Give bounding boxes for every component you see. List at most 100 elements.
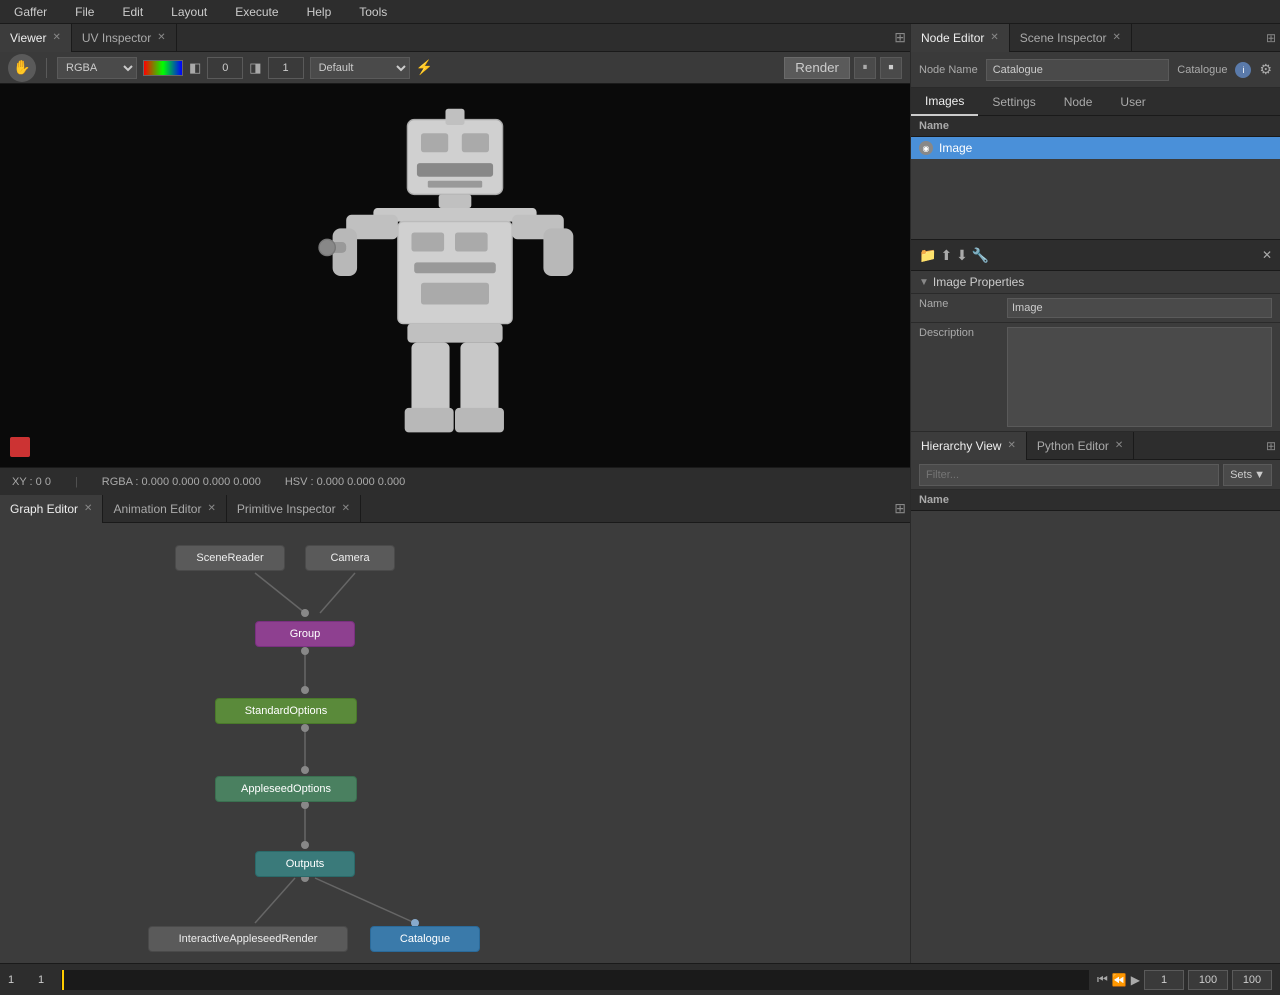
tab-hierarchy-view[interactable]: Hierarchy View ✕	[911, 432, 1027, 460]
graph-editor-tab-close[interactable]: ✕	[84, 503, 92, 514]
tab-settings[interactable]: Settings	[978, 88, 1049, 116]
menu-execute[interactable]: Execute	[229, 3, 284, 21]
tab-python-editor[interactable]: Python Editor ✕	[1027, 432, 1134, 460]
node-outputs[interactable]: Outputs	[255, 851, 355, 877]
node-camera[interactable]: Camera	[305, 545, 395, 571]
render-pause-btn[interactable]: ⏸	[854, 57, 876, 79]
hand-tool-icon[interactable]: ✋	[8, 54, 36, 82]
props-tool-3[interactable]: ⬇	[956, 247, 968, 264]
sets-dropdown-btn[interactable]: Sets ▼	[1223, 464, 1272, 486]
node-editor-layout-icon[interactable]: ⊞	[1266, 31, 1276, 45]
node-appleseed-options[interactable]: AppleseedOptions	[215, 776, 357, 802]
menu-gaffer[interactable]: Gaffer	[8, 3, 53, 21]
render-button[interactable]: Render	[784, 57, 850, 79]
gamma-input[interactable]	[268, 57, 304, 79]
viewer-tab-bar: Viewer ✕ UV Inspector ✕ ⊞	[0, 24, 910, 52]
props-section-arrow: ▼	[919, 277, 929, 288]
images-empty-space	[911, 159, 1280, 239]
timeline-bar[interactable]	[60, 970, 1089, 990]
graph-editor-tab-bar-end: ⊞	[894, 500, 910, 517]
sets-dropdown-arrow: ▼	[1254, 469, 1265, 481]
images-list: Name ◉ Image	[911, 116, 1280, 239]
props-tool-2[interactable]: ⬆	[940, 247, 952, 264]
timeline-frame-input[interactable]	[1144, 970, 1184, 990]
node-tabs: Images Settings Node User	[911, 88, 1280, 116]
viewer-tab-close[interactable]: ✕	[52, 32, 60, 43]
tab-uv-inspector[interactable]: UV Inspector ✕	[72, 24, 177, 52]
props-name-input[interactable]	[1007, 298, 1272, 318]
tab-node[interactable]: Node	[1050, 88, 1107, 116]
hierarchy-view-panel: Hierarchy View ✕ Python Editor ✕ ⊞ Sets …	[911, 432, 1280, 963]
python-editor-tab-close[interactable]: ✕	[1115, 440, 1123, 451]
timeline-current-frame: 1	[30, 974, 60, 986]
node-info-icon[interactable]: i	[1235, 62, 1251, 78]
tab-graph-editor[interactable]: Graph Editor ✕	[0, 495, 103, 523]
xy-status: XY : 0 0	[12, 476, 51, 488]
node-editor-header: Node Editor ✕ Scene Inspector ✕ ⊞	[911, 24, 1280, 52]
graph-canvas[interactable]: SceneReader Camera Group StandardOptions…	[0, 523, 910, 963]
graph-connections-svg	[0, 523, 910, 963]
graph-editor-tab-bar: Graph Editor ✕ Animation Editor ✕ Primit…	[0, 495, 910, 523]
uv-inspector-tab-close[interactable]: ✕	[157, 32, 165, 43]
hierarchy-tab-close[interactable]: ✕	[1007, 440, 1015, 451]
props-tool-1[interactable]: 📁	[919, 247, 936, 264]
graph-editor: SceneReader Camera Group StandardOptions…	[0, 523, 910, 963]
tab-user[interactable]: User	[1106, 88, 1159, 116]
props-tool-4[interactable]: 🔧	[972, 247, 989, 264]
props-description-input[interactable]	[1007, 327, 1272, 427]
props-name-label: Name	[919, 298, 999, 310]
hierarchy-layout-icon[interactable]: ⊞	[1266, 439, 1276, 453]
render-stop-btn[interactable]: ⏹	[880, 57, 902, 79]
node-editor-tab-close[interactable]: ✕	[990, 32, 998, 43]
node-standard-options[interactable]: StandardOptions	[215, 698, 357, 724]
primitive-inspector-tab-close[interactable]: ✕	[342, 503, 350, 514]
tab-viewer[interactable]: Viewer ✕	[0, 24, 72, 52]
node-catalogue[interactable]: Catalogue	[370, 926, 480, 952]
viewer-tab-bar-end: ⊞	[894, 29, 910, 46]
hierarchy-content	[911, 511, 1280, 963]
menu-tools[interactable]: Tools	[353, 3, 393, 21]
props-description-row: Description	[911, 323, 1280, 432]
viewer-toolbar: ✋ RGBA ◧ ◨ Default ⚡ Render ⏸ ⏹	[0, 52, 910, 84]
properties-close-btn[interactable]: ✕	[1262, 248, 1272, 262]
timeline-play-back-btn[interactable]: ⏪	[1112, 973, 1127, 987]
node-type-label: Catalogue	[1177, 64, 1227, 76]
scene-inspector-tab-close[interactable]: ✕	[1112, 32, 1120, 43]
right-panel: Node Editor ✕ Scene Inspector ✕ ⊞ Node N…	[910, 24, 1280, 963]
node-interactive-render[interactable]: InteractiveAppleseedRender	[148, 926, 348, 952]
node-scene-reader[interactable]: SceneReader	[175, 545, 285, 571]
tab-animation-editor[interactable]: Animation Editor ✕	[103, 495, 226, 523]
graph-editor-grid-icon[interactable]: ⊞	[894, 500, 906, 517]
timeline-end-frame-input[interactable]	[1188, 970, 1228, 990]
timeline-skip-back-btn[interactable]: ⏮	[1097, 972, 1108, 987]
timeline-play-forward-btn[interactable]: ▶	[1131, 973, 1140, 987]
node-gear-icon[interactable]: ⚙	[1259, 61, 1272, 78]
menu-edit[interactable]: Edit	[116, 3, 149, 21]
viewer-grid-icon[interactable]: ⊞	[894, 29, 906, 46]
properties-toolbar: 📁 ⬆ ⬇ 🔧 ✕	[911, 239, 1280, 271]
timeline-total-frames-input[interactable]	[1232, 970, 1272, 990]
node-editor-header-end: ⊞	[1266, 31, 1280, 45]
tab-images[interactable]: Images	[911, 88, 978, 116]
node-name-input[interactable]	[986, 59, 1170, 81]
timeline-start-frame: 1	[0, 974, 30, 986]
toolbar-sep-1	[46, 58, 47, 78]
node-group[interactable]: Group	[255, 621, 355, 647]
color-profile-select[interactable]: Default	[310, 57, 410, 79]
tab-scene-inspector[interactable]: Scene Inspector ✕	[1010, 24, 1132, 52]
menu-layout[interactable]: Layout	[165, 3, 213, 21]
timeline-ticks-svg	[60, 970, 1089, 990]
menu-bar: Gaffer File Edit Layout Execute Help Too…	[0, 0, 1280, 24]
menu-help[interactable]: Help	[301, 3, 338, 21]
tab-node-editor[interactable]: Node Editor ✕	[911, 24, 1010, 52]
channel-select[interactable]: RGBA	[57, 57, 137, 79]
menu-file[interactable]: File	[69, 3, 100, 21]
tab-primitive-inspector[interactable]: Primitive Inspector ✕	[227, 495, 361, 523]
animation-editor-tab-close[interactable]: ✕	[207, 503, 215, 514]
render-area: Render ⏸ ⏹	[784, 57, 902, 79]
image-list-item-0[interactable]: ◉ Image	[911, 137, 1280, 159]
exposure-input[interactable]	[207, 57, 243, 79]
image-list-item-icon: ◉	[919, 141, 933, 155]
hierarchy-filter-input[interactable]	[919, 464, 1219, 486]
rgba-status: RGBA : 0.000 0.000 0.000 0.000	[102, 476, 261, 488]
